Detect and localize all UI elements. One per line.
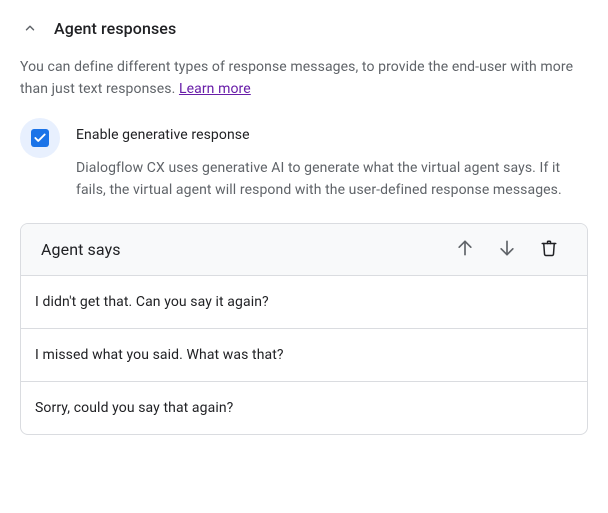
section-description: You can define different types of respon… <box>20 56 588 100</box>
enable-generative-checkbox[interactable] <box>20 118 60 158</box>
section-title: Agent responses <box>54 19 176 38</box>
chevron-up-icon <box>23 21 37 35</box>
enable-generative-label: Enable generative response <box>76 127 588 143</box>
agent-says-row[interactable]: Sorry, could you say that again? <box>21 382 587 434</box>
enable-generative-description: Dialogflow CX uses generative AI to gene… <box>76 157 588 201</box>
trash-icon <box>540 238 558 262</box>
description-text: You can define different types of respon… <box>20 59 573 97</box>
agent-says-row[interactable]: I didn't get that. Can you say it again? <box>21 276 587 329</box>
move-up-button[interactable] <box>447 232 483 268</box>
arrow-up-icon <box>455 238 475 262</box>
move-down-button[interactable] <box>489 232 525 268</box>
agent-says-row[interactable]: I missed what you said. What was that? <box>21 329 587 382</box>
agent-says-header: Agent says <box>21 224 587 276</box>
learn-more-link[interactable]: Learn more <box>179 81 251 97</box>
arrow-down-icon <box>497 238 517 262</box>
collapse-toggle[interactable] <box>20 18 40 38</box>
agent-says-card: Agent says I didn't get that. Can you sa… <box>20 223 588 435</box>
checkbox-checked-icon <box>31 129 49 147</box>
agent-says-title: Agent says <box>41 240 441 259</box>
delete-button[interactable] <box>531 232 567 268</box>
